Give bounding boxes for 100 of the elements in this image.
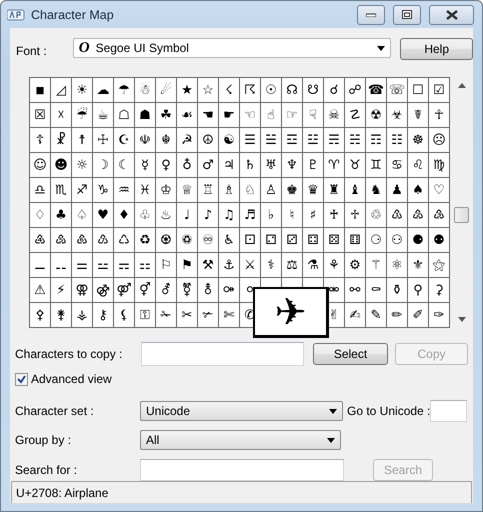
- character-cell[interactable]: ♚: [282, 178, 303, 203]
- character-cell[interactable]: ♱: [345, 203, 366, 228]
- character-cell[interactable]: ♪: [198, 203, 219, 228]
- character-cell[interactable]: ⚨: [198, 278, 219, 303]
- character-cell[interactable]: ☖: [114, 103, 135, 128]
- character-cell[interactable]: ⚣: [93, 278, 114, 303]
- character-cell[interactable]: ✄: [219, 303, 240, 328]
- character-cell[interactable]: ⚑: [177, 253, 198, 278]
- character-cell[interactable]: ⚁: [261, 228, 282, 253]
- character-cell[interactable]: ⚍: [93, 253, 114, 278]
- character-cell[interactable]: ☤: [408, 103, 429, 128]
- minimize-button[interactable]: [357, 4, 385, 24]
- character-cell[interactable]: ⚕: [261, 253, 282, 278]
- character-cell[interactable]: ☶: [366, 128, 387, 153]
- character-cell[interactable]: ⚯: [345, 278, 366, 303]
- character-cell[interactable]: ♫: [219, 203, 240, 228]
- character-cell[interactable]: ⚛: [387, 253, 408, 278]
- character-cell[interactable]: ⚷: [93, 303, 114, 328]
- character-cell[interactable]: ♶: [30, 228, 51, 253]
- character-cell[interactable]: ☿: [135, 153, 156, 178]
- character-cell[interactable]: ⚲: [408, 278, 429, 303]
- character-cell[interactable]: ♦: [114, 203, 135, 228]
- character-cell[interactable]: ☉: [261, 78, 282, 103]
- character-cell[interactable]: ♒: [114, 178, 135, 203]
- character-cell[interactable]: ✁: [156, 303, 177, 328]
- character-cell[interactable]: ♧: [135, 203, 156, 228]
- character-cell[interactable]: ⚇: [387, 228, 408, 253]
- select-button[interactable]: Select: [313, 343, 388, 365]
- character-cell[interactable]: ⚤: [114, 278, 135, 303]
- character-cell[interactable]: ☍: [345, 78, 366, 103]
- character-cell[interactable]: ⚳: [429, 278, 450, 303]
- character-cell[interactable]: ♟: [387, 178, 408, 203]
- character-cell[interactable]: ☁: [93, 78, 114, 103]
- character-cell[interactable]: ☝: [261, 103, 282, 128]
- character-cell[interactable]: ♅: [261, 153, 282, 178]
- character-cell[interactable]: ⚴: [30, 303, 51, 328]
- character-cell[interactable]: ♂: [198, 153, 219, 178]
- character-set-dropdown[interactable]: Unicode: [140, 401, 343, 421]
- character-cell[interactable]: ☾: [114, 153, 135, 178]
- character-cell[interactable]: ☫: [135, 128, 156, 153]
- character-cell[interactable]: ⚊: [30, 253, 51, 278]
- character-cell[interactable]: ♹: [93, 228, 114, 253]
- character-cell[interactable]: ⚆: [366, 228, 387, 253]
- character-cell[interactable]: ♃: [219, 153, 240, 178]
- character-cell[interactable]: ♏: [51, 178, 72, 203]
- character-cell[interactable]: ☘: [156, 103, 177, 128]
- character-cell[interactable]: ♛: [303, 178, 324, 203]
- character-cell[interactable]: ♺: [114, 228, 135, 253]
- character-cell[interactable]: ⚵: [51, 303, 72, 328]
- character-cell[interactable]: ☎: [366, 78, 387, 103]
- character-cell[interactable]: ♰: [324, 203, 345, 228]
- character-cell[interactable]: ☟: [303, 103, 324, 128]
- character-cell[interactable]: ☧: [51, 128, 72, 153]
- character-cell[interactable]: ♔: [156, 178, 177, 203]
- character-cell[interactable]: ☰: [240, 128, 261, 153]
- character-cell[interactable]: ☮: [198, 128, 219, 153]
- character-cell[interactable]: ♯: [303, 203, 324, 228]
- character-cell[interactable]: ⚈: [408, 228, 429, 253]
- character-cell[interactable]: ♝: [345, 178, 366, 203]
- character-cell[interactable]: ☩: [93, 128, 114, 153]
- character-cell[interactable]: ☚: [198, 103, 219, 128]
- character-cell[interactable]: ☻: [51, 153, 72, 178]
- character-cell[interactable]: ♭: [261, 203, 282, 228]
- character-cell[interactable]: ⚄: [324, 228, 345, 253]
- character-cell[interactable]: ⚝: [429, 253, 450, 278]
- character-cell[interactable]: ♴: [408, 203, 429, 228]
- character-cell[interactable]: ☑: [429, 78, 450, 103]
- character-cell[interactable]: ⚖: [282, 253, 303, 278]
- character-cell[interactable]: ⚅: [345, 228, 366, 253]
- character-cell[interactable]: ⚓: [219, 253, 240, 278]
- character-cell[interactable]: ♥: [93, 203, 114, 228]
- character-cell[interactable]: ☓: [51, 103, 72, 128]
- character-cell[interactable]: ⚦: [156, 278, 177, 303]
- character-cell[interactable]: ♓: [135, 178, 156, 203]
- character-cell[interactable]: ♄: [240, 153, 261, 178]
- character-cell[interactable]: ♊: [366, 153, 387, 178]
- scrollbar-thumb[interactable]: [454, 207, 469, 223]
- character-cell[interactable]: ♡: [429, 178, 450, 203]
- character-cell[interactable]: ♎: [30, 178, 51, 203]
- character-cell[interactable]: ☔: [72, 103, 93, 128]
- character-cell[interactable]: ♆: [282, 153, 303, 178]
- character-cell[interactable]: ♙: [261, 178, 282, 203]
- character-cell[interactable]: ✃: [198, 303, 219, 328]
- character-cell[interactable]: ☪: [114, 128, 135, 153]
- character-cell[interactable]: ♻: [135, 228, 156, 253]
- character-cell[interactable]: ⚌: [72, 253, 93, 278]
- character-cell[interactable]: ☹: [429, 128, 450, 153]
- character-cell[interactable]: ☺: [30, 153, 51, 178]
- character-cell[interactable]: ☒: [30, 103, 51, 128]
- character-cell[interactable]: ☜: [240, 103, 261, 128]
- characters-to-copy-field[interactable]: [141, 342, 304, 366]
- character-cell[interactable]: ☗: [135, 103, 156, 128]
- character-cell[interactable]: ⚂: [282, 228, 303, 253]
- character-cell[interactable]: ✏: [387, 303, 408, 328]
- character-cell[interactable]: ☦: [30, 128, 51, 153]
- character-cell[interactable]: ♼: [156, 228, 177, 253]
- character-cell[interactable]: ☸: [408, 128, 429, 153]
- character-cell[interactable]: ⚥: [135, 278, 156, 303]
- character-cell[interactable]: ♢: [30, 203, 51, 228]
- character-cell[interactable]: ⚩: [219, 278, 240, 303]
